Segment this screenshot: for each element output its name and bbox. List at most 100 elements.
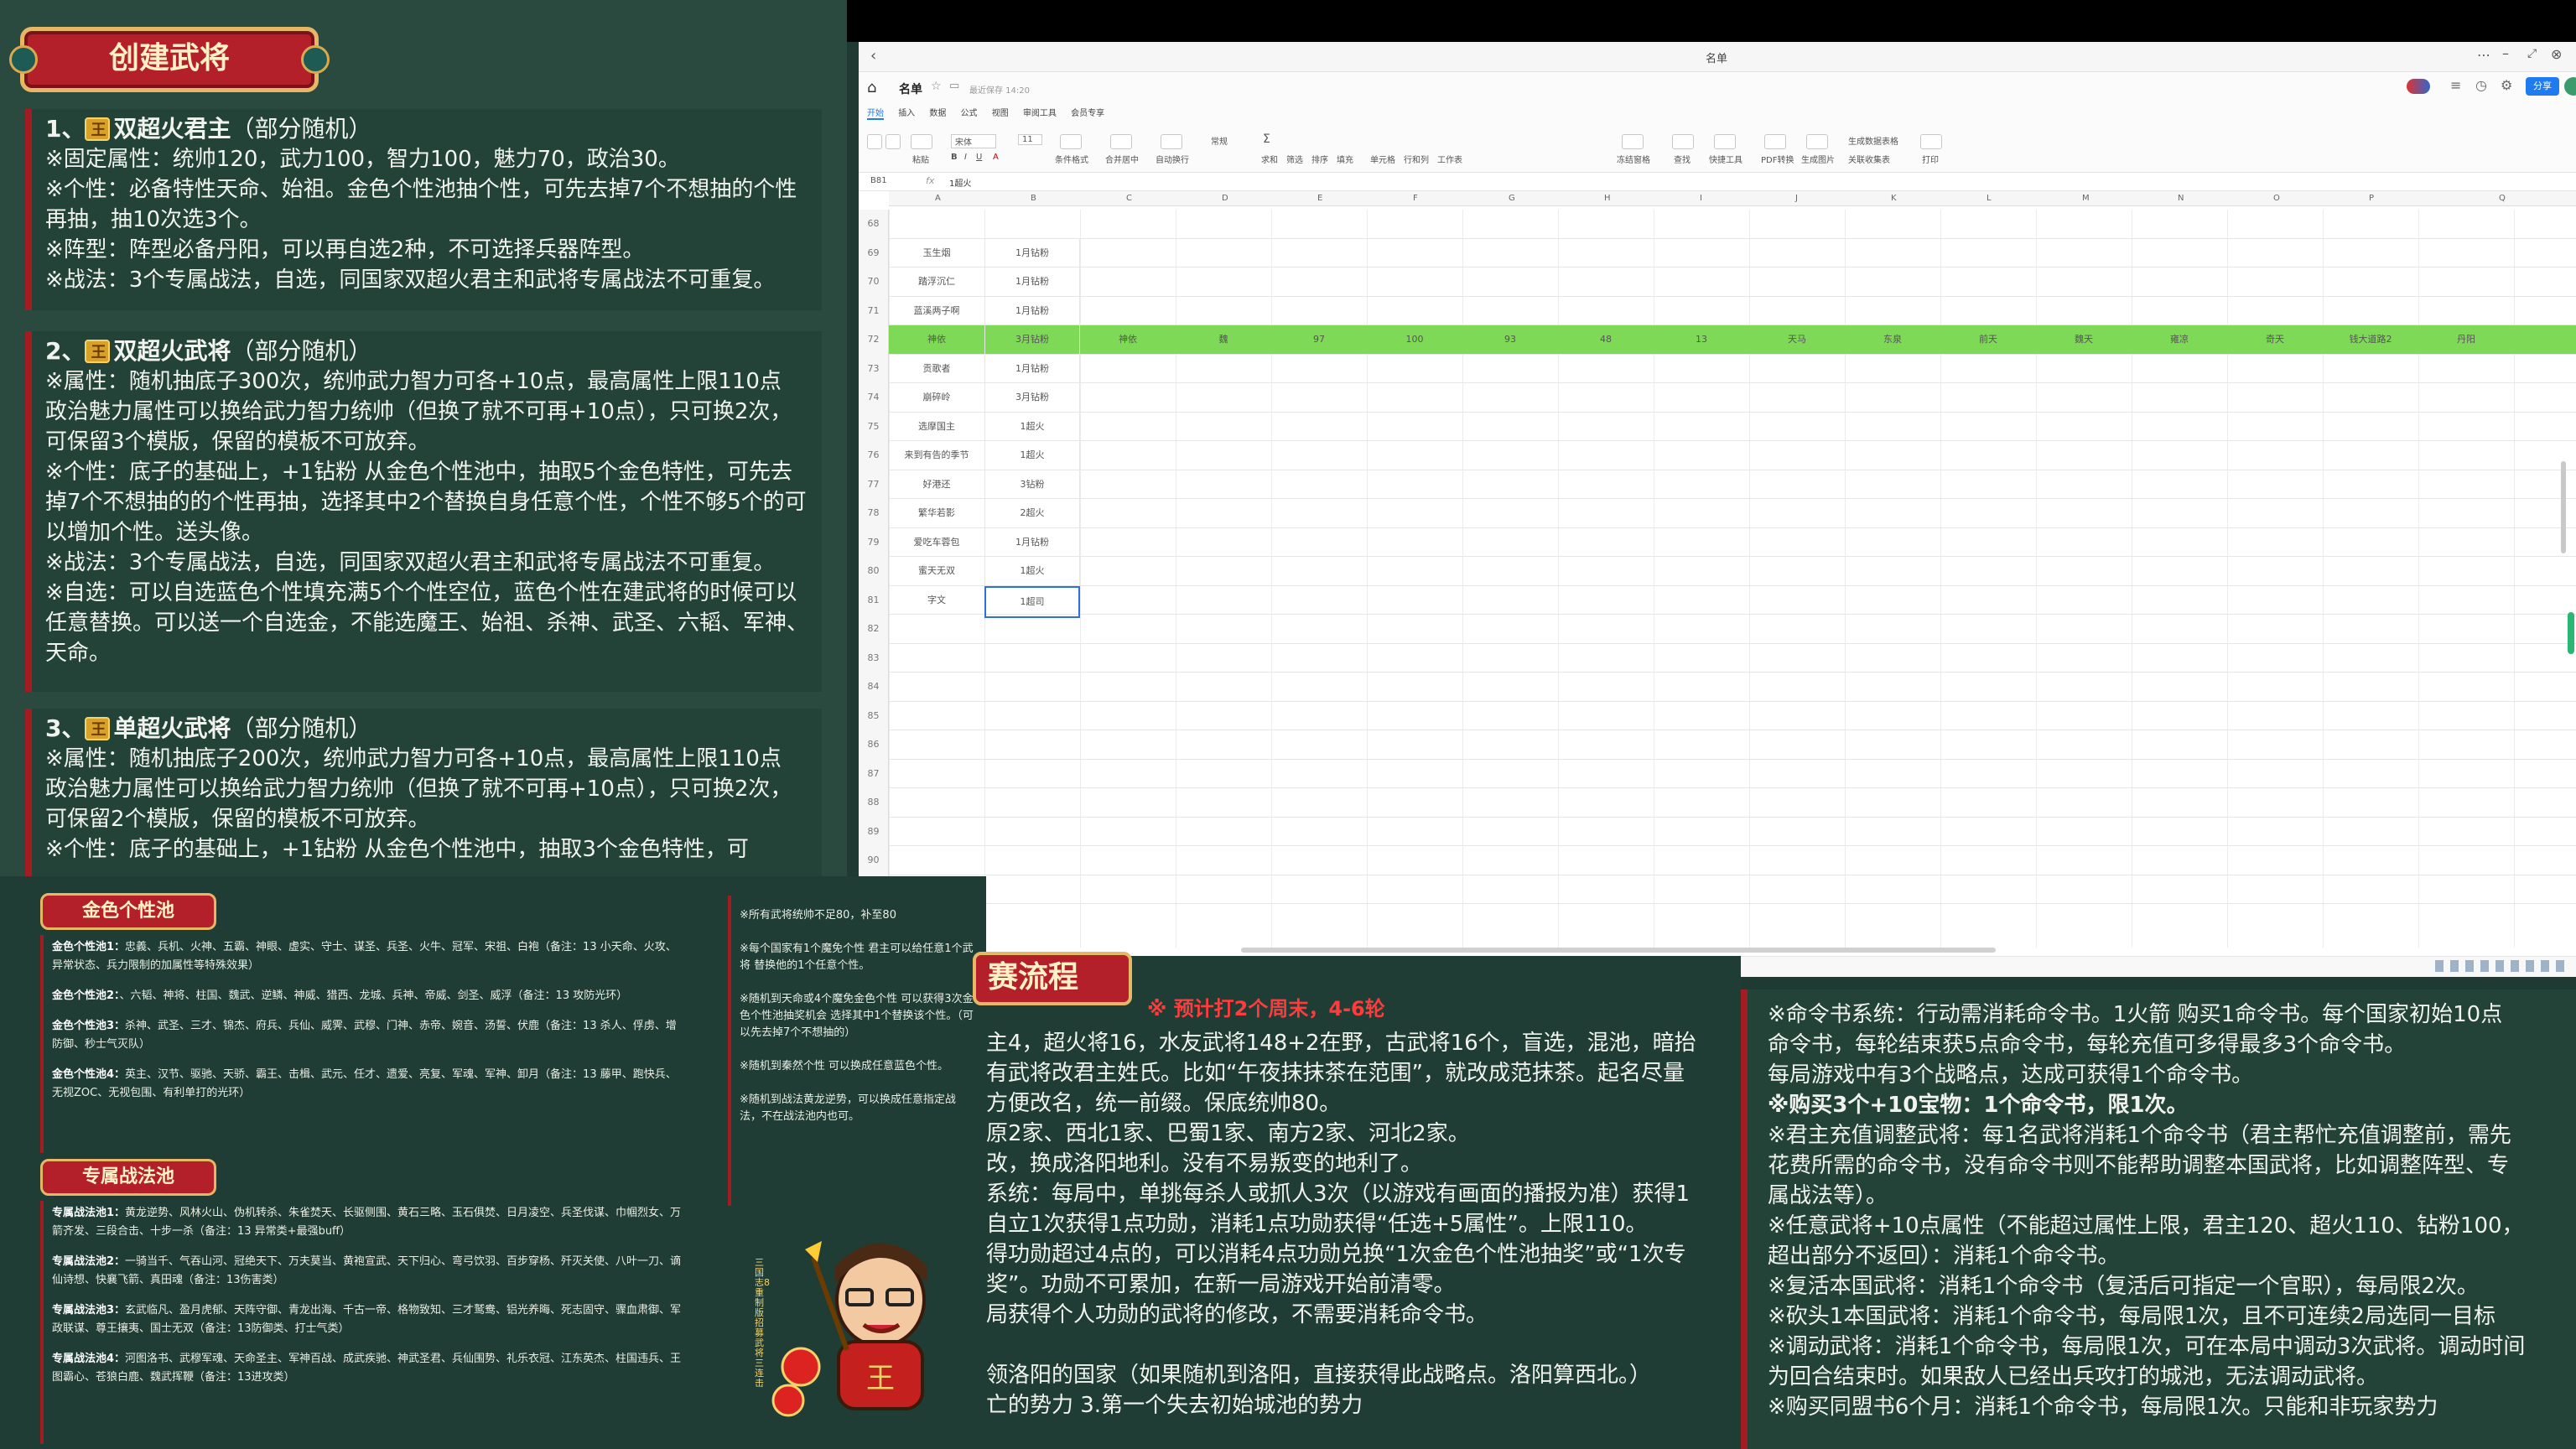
row-number[interactable]: 89	[859, 817, 889, 846]
row-number[interactable]: 86	[859, 730, 889, 760]
sheet-row[interactable]: 选摩国主 1超火	[889, 412, 2576, 441]
font-select[interactable]: 宋体	[951, 134, 996, 148]
cell-name[interactable]: 神依	[889, 325, 984, 354]
tab-data[interactable]: 数据	[929, 109, 946, 118]
tab-member[interactable]: 会员专享	[1071, 109, 1104, 118]
bold-button[interactable]: B	[951, 153, 958, 162]
cell-name[interactable]: 好港还	[889, 470, 984, 499]
cell-value[interactable]: 魏	[1176, 325, 1271, 354]
cell-button[interactable]: 单元格	[1370, 153, 1395, 165]
cell-tier[interactable]: 1超火	[984, 441, 1080, 470]
row-number[interactable]: 79	[859, 527, 889, 557]
col-header[interactable]: Q	[2499, 194, 2506, 203]
row-number[interactable]: 80	[859, 557, 889, 586]
cell-tier[interactable]: 1超火	[984, 412, 1080, 441]
sheet-row[interactable]	[889, 875, 2576, 904]
col-header[interactable]: E	[1317, 194, 1322, 203]
col-header[interactable]: F	[1413, 194, 1418, 203]
col-header[interactable]: G	[1509, 194, 1515, 203]
col-header[interactable]: H	[1604, 194, 1611, 203]
col-header[interactable]: J	[1795, 194, 1798, 203]
sheet-grid[interactable]: 玉生烟 1月钻粉 踏浮沉仁 1月钻粉 蓝溪两子啊 1月钻粉 神依 3月钻粉 神依魏 97 100 93…	[889, 210, 2576, 948]
cell-tier[interactable]: 1月钻粉	[984, 267, 1080, 296]
font-color-button[interactable]: A	[993, 153, 999, 162]
row-number[interactable]: 87	[859, 759, 889, 788]
col-header[interactable]: C	[1126, 194, 1132, 203]
cell-tier[interactable]: 3钻粉	[984, 470, 1080, 499]
redo-icon[interactable]	[886, 134, 901, 149]
sheet-row[interactable]	[889, 702, 2576, 730]
sum-button[interactable]: 求和	[1261, 153, 1278, 165]
sheet-row[interactable]	[889, 644, 2576, 673]
row-number[interactable]: 77	[859, 470, 889, 499]
sheet-row[interactable]: 蓝溪两子啊 1月钻粉	[889, 296, 2576, 325]
image-icon[interactable]	[1806, 134, 1828, 149]
tab-formula[interactable]: 公式	[961, 109, 978, 118]
row-number[interactable]: 76	[859, 441, 889, 470]
tab-review[interactable]: 审阅工具	[1023, 109, 1057, 118]
cell-value[interactable]: 东泉	[1845, 325, 1940, 354]
tab-home[interactable]: 开始	[867, 109, 884, 120]
cell-name[interactable]: 选摩国主	[889, 413, 984, 441]
data-table-button[interactable]: 生成数据表格	[1848, 134, 1898, 147]
sheet-row[interactable]	[889, 788, 2576, 818]
col-header[interactable]: I	[1700, 194, 1702, 203]
cell-value[interactable]: 雍凉	[2132, 325, 2227, 354]
row-number[interactable]: 70	[859, 267, 889, 297]
cell-value[interactable]: 神依	[1080, 325, 1176, 354]
sheet-row[interactable]: 繁华若影 2超火	[889, 499, 2576, 528]
row-number[interactable]: 85	[859, 701, 889, 730]
row-number[interactable]: 68	[859, 210, 889, 239]
sheet-row[interactable]	[889, 210, 2576, 239]
col-header[interactable]: K	[1891, 194, 1897, 203]
sheet-row[interactable]	[889, 673, 2576, 702]
row-number[interactable]: 90	[859, 846, 889, 875]
quick-tools-icon[interactable]	[1714, 134, 1736, 149]
formula-input[interactable]: 1超火	[949, 176, 971, 189]
cell-value[interactable]: 13	[1654, 325, 1749, 354]
cell-tier[interactable]: 1月钻粉	[984, 527, 1080, 557]
tab-view[interactable]: 视图	[992, 109, 1009, 118]
maximize-icon[interactable]: ⤢	[2527, 47, 2537, 60]
cell-value[interactable]: 100	[1367, 325, 1462, 354]
col-header[interactable]: P	[2369, 194, 2374, 203]
sheet-row[interactable]: 踏浮沉仁 1月钻粉	[889, 267, 2576, 297]
cell-value[interactable]: 魏天	[2036, 325, 2132, 354]
cell-name[interactable]: 崩碎岭	[889, 383, 984, 412]
merge-icon[interactable]	[1110, 134, 1132, 149]
undo-icon[interactable]	[867, 134, 882, 149]
cell-tier[interactable]: 3月钻粉	[984, 325, 1080, 354]
cell-name[interactable]: 字文	[889, 586, 984, 615]
cell-tier[interactable]: 3月钻粉	[984, 383, 1080, 412]
italic-button[interactable]: I	[964, 153, 967, 162]
cell-name[interactable]: 玉生烟	[889, 239, 984, 267]
col-header[interactable]: L	[1987, 194, 1992, 203]
sheet-row[interactable]	[889, 760, 2576, 788]
horizontal-scrollbar[interactable]	[1241, 948, 1996, 953]
user-avatar[interactable]	[2564, 77, 2576, 96]
sheet-row[interactable]	[889, 615, 2576, 644]
close-icon[interactable]: ⊗	[2551, 46, 2562, 62]
sheet-row[interactable]: 来到有告的季节 1超火	[889, 441, 2576, 470]
cell-value[interactable]: 48	[1558, 325, 1654, 354]
worksheet-button[interactable]: 工作表	[1437, 153, 1462, 165]
cell-tier[interactable]: 1月钻粉	[984, 296, 1080, 325]
sheet-row[interactable]: 蜜天无双 1超火	[889, 557, 2576, 586]
folder-icon[interactable]: ▭	[949, 80, 959, 92]
cell-value[interactable]: 97	[1271, 325, 1367, 354]
filter-button[interactable]: 筛选	[1286, 153, 1303, 165]
cell-value[interactable]: 前天	[1940, 325, 2036, 354]
cell-value[interactable]: 钱大道路2	[2323, 325, 2418, 354]
conditional-format-icon[interactable]	[1060, 134, 1082, 149]
row-number[interactable]: 88	[859, 788, 889, 818]
cell-name[interactable]: 蓝溪两子啊	[889, 297, 984, 325]
sheet-row[interactable]: 神依 3月钻粉 神依魏 97 100 93 48 13 天马 东泉 前天 魏天 雍凉 奇天 钱大道路2 丹阳	[889, 325, 2576, 355]
freeze-icon[interactable]	[1622, 134, 1644, 149]
cell-name[interactable]: 爱吃车蓉包	[889, 528, 984, 557]
cell-value[interactable]: 天马	[1749, 325, 1845, 354]
more-icon[interactable]: ⋯	[2477, 47, 2490, 63]
cell-tier[interactable]: 1月钻粉	[984, 354, 1080, 383]
row-number[interactable]: 75	[859, 412, 889, 441]
collect-button[interactable]: 关联收集表	[1848, 153, 1890, 165]
home-icon[interactable]: ⌂	[867, 79, 876, 96]
